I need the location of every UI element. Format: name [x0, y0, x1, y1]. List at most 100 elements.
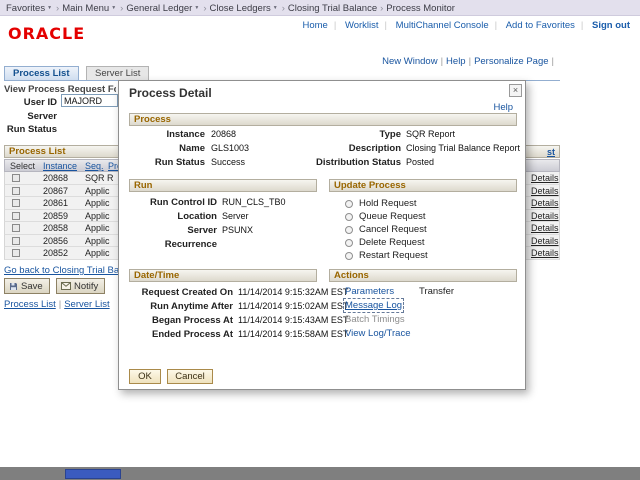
breadcrumb-item-main-menu[interactable]: Main Menu▼ [62, 3, 117, 14]
radio-hold-request[interactable] [345, 200, 353, 208]
taskbar-item[interactable] [65, 469, 121, 479]
cell-instance: 20858 [43, 223, 68, 234]
separator: | [334, 20, 336, 31]
footer-links: Process List Server List [4, 299, 110, 310]
row-select-checkbox[interactable] [12, 174, 20, 182]
details-link[interactable]: Details [531, 198, 559, 209]
separator: | [385, 20, 387, 31]
breadcrumb-item-closing-trial-balance[interactable]: Closing Trial Balance [288, 3, 377, 14]
field-label: Description [305, 143, 401, 154]
field-value: 11/14/2014 9:15:58AM EST [238, 329, 348, 339]
run-section-header: Run [129, 179, 317, 192]
radio-delete-request[interactable] [345, 239, 353, 247]
chevron-down-icon: ▼ [111, 5, 116, 11]
process-section-header: Process [129, 113, 517, 126]
details-link[interactable]: Details [531, 186, 559, 197]
field-label: Began Process At [129, 315, 233, 326]
radio-queue-request[interactable] [345, 213, 353, 221]
cell-instance: 20856 [43, 236, 68, 247]
field-value: PSUNX [222, 225, 253, 235]
field-label: Run Control ID [129, 197, 217, 208]
row-select-checkbox[interactable] [12, 212, 20, 220]
breadcrumb-item-general-ledger[interactable]: General Ledger▼ [126, 3, 200, 14]
home-link[interactable]: Home [302, 20, 327, 31]
cell-process-type: Applic [85, 248, 110, 259]
cell-instance: 20867 [43, 186, 68, 197]
cell-process-type: Applic [85, 198, 110, 209]
breadcrumb: Favorites▼›Main Menu▼›General Ledger▼›Cl… [0, 0, 640, 16]
cell-process-type: Applic [85, 211, 110, 222]
details-link[interactable]: Details [531, 173, 559, 184]
radio-label: Hold Request [359, 198, 417, 209]
details-link[interactable]: Details [531, 223, 559, 234]
footer-process-list-link[interactable]: Process List [4, 299, 56, 310]
ok-button[interactable]: OK [129, 369, 161, 384]
cell-process-type: Applic [85, 236, 110, 247]
row-select-checkbox[interactable] [12, 237, 20, 245]
radio-restart-request[interactable] [345, 252, 353, 260]
field-label: Server [129, 225, 217, 236]
field-value: SQR Report [406, 129, 455, 139]
message-log-link[interactable]: Message Log [345, 300, 402, 311]
modal-help-link[interactable]: Help [493, 102, 513, 113]
radio-label: Queue Request [359, 211, 426, 222]
breadcrumb-item-close-ledgers[interactable]: Close Ledgers▼ [209, 3, 278, 14]
radio-cancel-request[interactable] [345, 226, 353, 234]
breadcrumb-separator: › [56, 3, 59, 14]
tab-process-list[interactable]: Process List [4, 66, 79, 81]
row-select-checkbox[interactable] [12, 249, 20, 257]
row-select-checkbox[interactable] [12, 199, 20, 207]
footer-server-list-link[interactable]: Server List [64, 299, 109, 310]
field-label: Distribution Status [305, 157, 401, 168]
worklist-link[interactable]: Worklist [345, 20, 379, 31]
cancel-button[interactable]: Cancel [167, 369, 213, 384]
breadcrumb-item-favorites[interactable]: Favorites▼ [6, 3, 53, 14]
separator [552, 56, 554, 67]
details-link[interactable]: Details [531, 248, 559, 259]
row-select-checkbox[interactable] [12, 187, 20, 195]
notify-button[interactable]: Notify [56, 278, 105, 294]
details-link[interactable]: Details [531, 211, 559, 222]
new-window-link[interactable]: New Window [382, 56, 437, 67]
multichannel-console-link[interactable]: MultiChannel Console [396, 20, 489, 31]
breadcrumb-separator: › [282, 3, 285, 14]
field-label: Instance [129, 129, 205, 140]
personalize-page-link[interactable]: Personalize Page [474, 56, 548, 67]
field-value: GLS1003 [211, 143, 249, 153]
add-to-favorites-link[interactable]: Add to Favorites [506, 20, 575, 31]
breadcrumb-separator: › [120, 3, 123, 14]
go-back-link[interactable]: Go back to Closing Trial Bala [4, 265, 118, 276]
tab-server-list[interactable]: Server List [86, 66, 149, 81]
breadcrumb-item-process-monitor[interactable]: Process Monitor [386, 3, 455, 14]
header-nav: Home| Worklist| MultiChannel Console| Ad… [296, 20, 630, 31]
details-link[interactable]: Details [531, 236, 559, 247]
cell-process-type: Applic [85, 223, 110, 234]
row-select-checkbox[interactable] [12, 224, 20, 232]
cell-process-type: SQR R [85, 173, 114, 184]
close-button[interactable]: × [509, 84, 522, 97]
col-seq[interactable]: Seq. [85, 161, 104, 172]
cell-instance: 20861 [43, 198, 68, 209]
field-label: Run Anytime After [129, 301, 233, 312]
notify-icon [61, 282, 71, 290]
radio-label: Cancel Request [359, 224, 427, 235]
user-id-field[interactable]: MAJORD [61, 94, 118, 107]
save-button[interactable]: Save [4, 278, 50, 294]
process-detail-modal: Process Detail × Help Process Instance 2… [118, 80, 526, 390]
view-log-trace-link[interactable]: View Log/Trace [345, 328, 410, 339]
user-id-label: User ID [0, 97, 57, 108]
batch-timings-label: Batch Timings [345, 314, 405, 325]
col-instance[interactable]: Instance [43, 161, 77, 172]
close-icon: × [513, 85, 518, 95]
help-link[interactable]: Help [446, 56, 466, 67]
field-label: Name [129, 143, 205, 154]
grid-nav-last-fragment[interactable]: st [547, 147, 555, 158]
run-status-label: Run Status [0, 124, 57, 135]
actions-section-header: Actions [329, 269, 517, 282]
server-label: Server [0, 111, 57, 122]
separator [469, 56, 471, 67]
datetime-section-header: Date/Time [129, 269, 317, 282]
parameters-link[interactable]: Parameters [345, 286, 394, 297]
chevron-down-icon: ▼ [273, 5, 278, 11]
sign-out-link[interactable]: Sign out [592, 20, 630, 31]
